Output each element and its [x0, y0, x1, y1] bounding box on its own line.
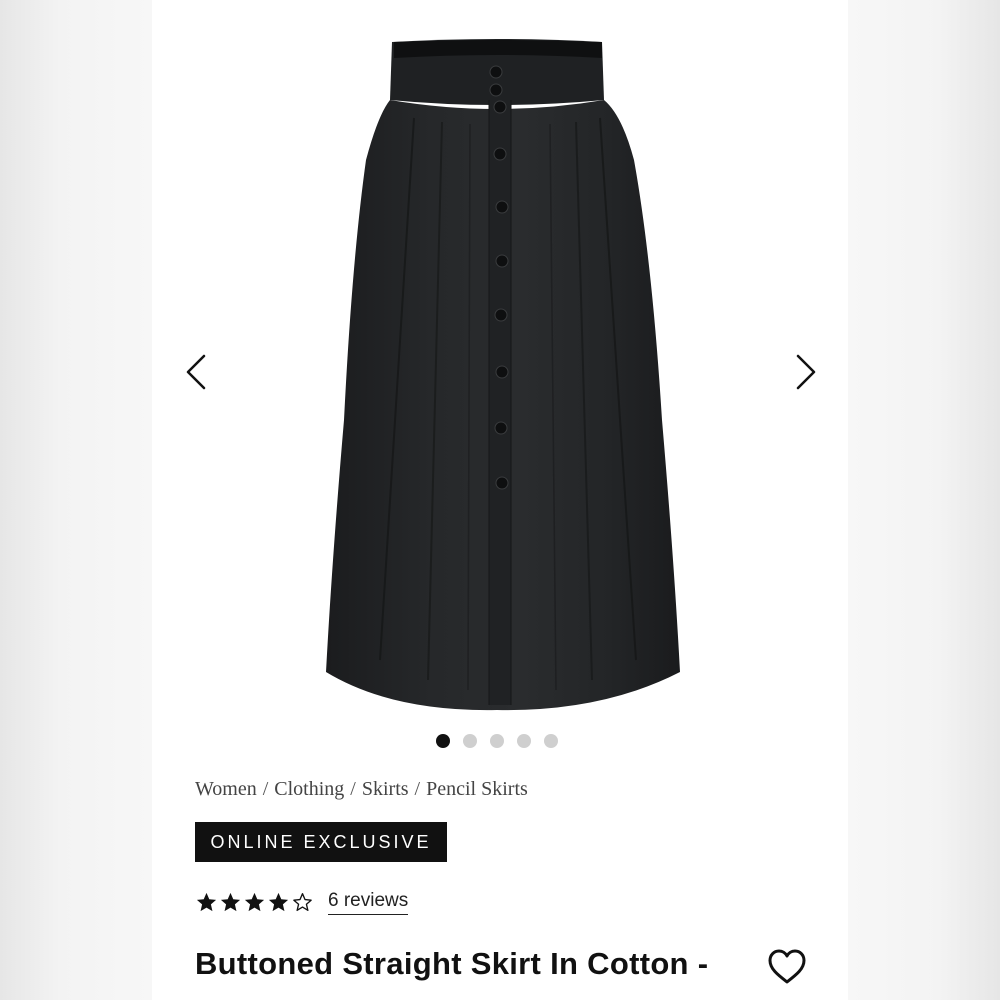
- breadcrumb-item-skirts[interactable]: Skirts: [362, 778, 409, 800]
- product-rating: 6 reviews: [195, 890, 409, 915]
- star-empty-icon: [293, 893, 312, 912]
- previous-image-button[interactable]: [178, 352, 218, 392]
- reviews-link[interactable]: 6 reviews: [328, 890, 409, 915]
- breadcrumb-separator: /: [262, 778, 269, 800]
- heart-icon: [768, 949, 806, 984]
- online-exclusive-badge: ONLINE EXCLUSIVE: [195, 822, 447, 862]
- product-title: Buttoned Straight Skirt In Cotton -: [195, 946, 709, 981]
- pagination-dot[interactable]: [517, 734, 531, 748]
- next-image-button[interactable]: [784, 352, 824, 392]
- gallery-pagination: [436, 734, 558, 748]
- star-filled-icon: [268, 892, 289, 912]
- pagination-dot[interactable]: [436, 734, 450, 748]
- breadcrumb-separator: /: [350, 778, 356, 800]
- breadcrumb-item-clothing[interactable]: Clothing: [274, 778, 344, 800]
- chevron-right-icon: [796, 354, 816, 390]
- breadcrumb-item-women[interactable]: Women: [195, 778, 257, 800]
- pagination-dot[interactable]: [463, 734, 477, 748]
- add-to-wishlist-button[interactable]: [766, 947, 808, 987]
- rating-stars: [195, 891, 314, 914]
- chevron-left-icon: [186, 354, 206, 390]
- star-filled-icon: [196, 892, 217, 912]
- product-image[interactable]: [152, 0, 848, 720]
- star-filled-icon: [220, 892, 241, 912]
- product-panel: Women / Clothing / Skirts / Pencil Skirts ONLI…: [152, 0, 848, 1000]
- breadcrumb: Women / Clothing / Skirts / Pencil Skirts: [195, 778, 528, 801]
- pagination-dot[interactable]: [490, 734, 504, 748]
- star-filled-icon: [244, 892, 265, 912]
- breadcrumb-separator: /: [414, 778, 421, 800]
- product-image-gallery[interactable]: [152, 0, 848, 760]
- pagination-dot[interactable]: [544, 734, 558, 748]
- breadcrumb-item-pencil-skirts[interactable]: Pencil Skirts: [426, 778, 528, 800]
